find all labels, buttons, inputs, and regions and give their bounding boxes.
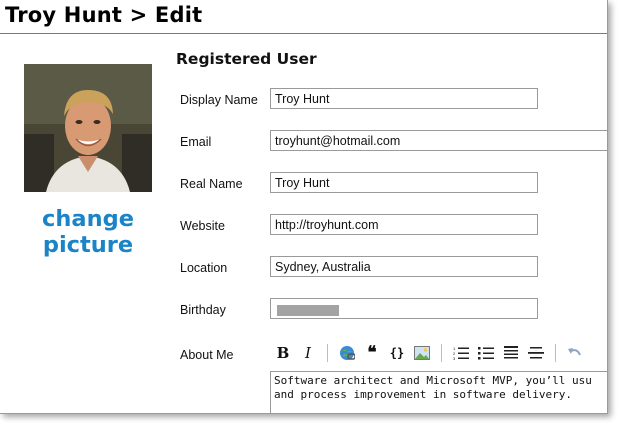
editor-toolbar: B I ❝ {} 1 2 3 bbox=[272, 342, 589, 364]
website-value: http://troyhunt.com bbox=[275, 218, 379, 232]
change-picture-line1: change bbox=[42, 206, 134, 232]
toolbar-divider bbox=[441, 344, 442, 362]
location-label: Location bbox=[180, 261, 228, 275]
toolbar-divider bbox=[555, 344, 556, 362]
real-name-field[interactable]: Troy Hunt bbox=[270, 172, 538, 193]
page-title: Troy Hunt > Edit bbox=[5, 3, 203, 27]
birthday-field[interactable] bbox=[270, 298, 538, 319]
birthday-redacted-value bbox=[277, 305, 339, 317]
email-field[interactable]: troyhunt@hotmail.com bbox=[270, 130, 607, 151]
horizontal-rule-icon[interactable] bbox=[525, 343, 547, 363]
location-field[interactable]: Sydney, Australia bbox=[270, 256, 538, 277]
bold-icon[interactable]: B bbox=[272, 343, 294, 363]
title-divider bbox=[0, 33, 607, 34]
website-field[interactable]: http://troyhunt.com bbox=[270, 214, 538, 235]
numbered-list-icon[interactable]: 1 2 3 bbox=[450, 343, 472, 363]
about-me-line: Software architect and Microsoft MVP, yo… bbox=[274, 374, 592, 387]
about-me-label: About Me bbox=[180, 348, 234, 362]
image-icon[interactable] bbox=[411, 343, 433, 363]
svg-text:3: 3 bbox=[453, 356, 456, 360]
heading-icon[interactable] bbox=[500, 343, 522, 363]
display-name-field[interactable]: Troy Hunt bbox=[270, 88, 538, 109]
link-icon[interactable] bbox=[336, 343, 358, 363]
display-name-label: Display Name bbox=[180, 93, 258, 107]
undo-icon[interactable] bbox=[564, 343, 586, 363]
email-label: Email bbox=[180, 135, 212, 149]
about-me-line: and process improvement in software deli… bbox=[274, 388, 573, 401]
about-me-textarea[interactable]: Software architect and Microsoft MVP, yo… bbox=[270, 371, 607, 413]
edit-profile-window: Troy Hunt > Edit change picture Register… bbox=[0, 0, 608, 414]
bulleted-list-icon[interactable] bbox=[475, 343, 497, 363]
quote-icon[interactable]: ❝ bbox=[361, 343, 383, 363]
avatar bbox=[24, 64, 152, 192]
email-value: troyhunt@hotmail.com bbox=[275, 134, 401, 148]
change-picture-line2: picture bbox=[42, 232, 134, 258]
birthday-label: Birthday bbox=[180, 303, 226, 317]
change-picture-link[interactable]: change picture bbox=[24, 206, 152, 258]
website-label: Website bbox=[180, 219, 225, 233]
italic-icon[interactable]: I bbox=[297, 343, 319, 363]
code-icon[interactable]: {} bbox=[386, 343, 408, 363]
real-name-label: Real Name bbox=[180, 177, 243, 191]
real-name-value: Troy Hunt bbox=[275, 176, 330, 190]
display-name-value: Troy Hunt bbox=[275, 92, 330, 106]
location-value: Sydney, Australia bbox=[275, 260, 371, 274]
toolbar-divider bbox=[327, 344, 328, 362]
section-title: Registered User bbox=[176, 50, 317, 68]
